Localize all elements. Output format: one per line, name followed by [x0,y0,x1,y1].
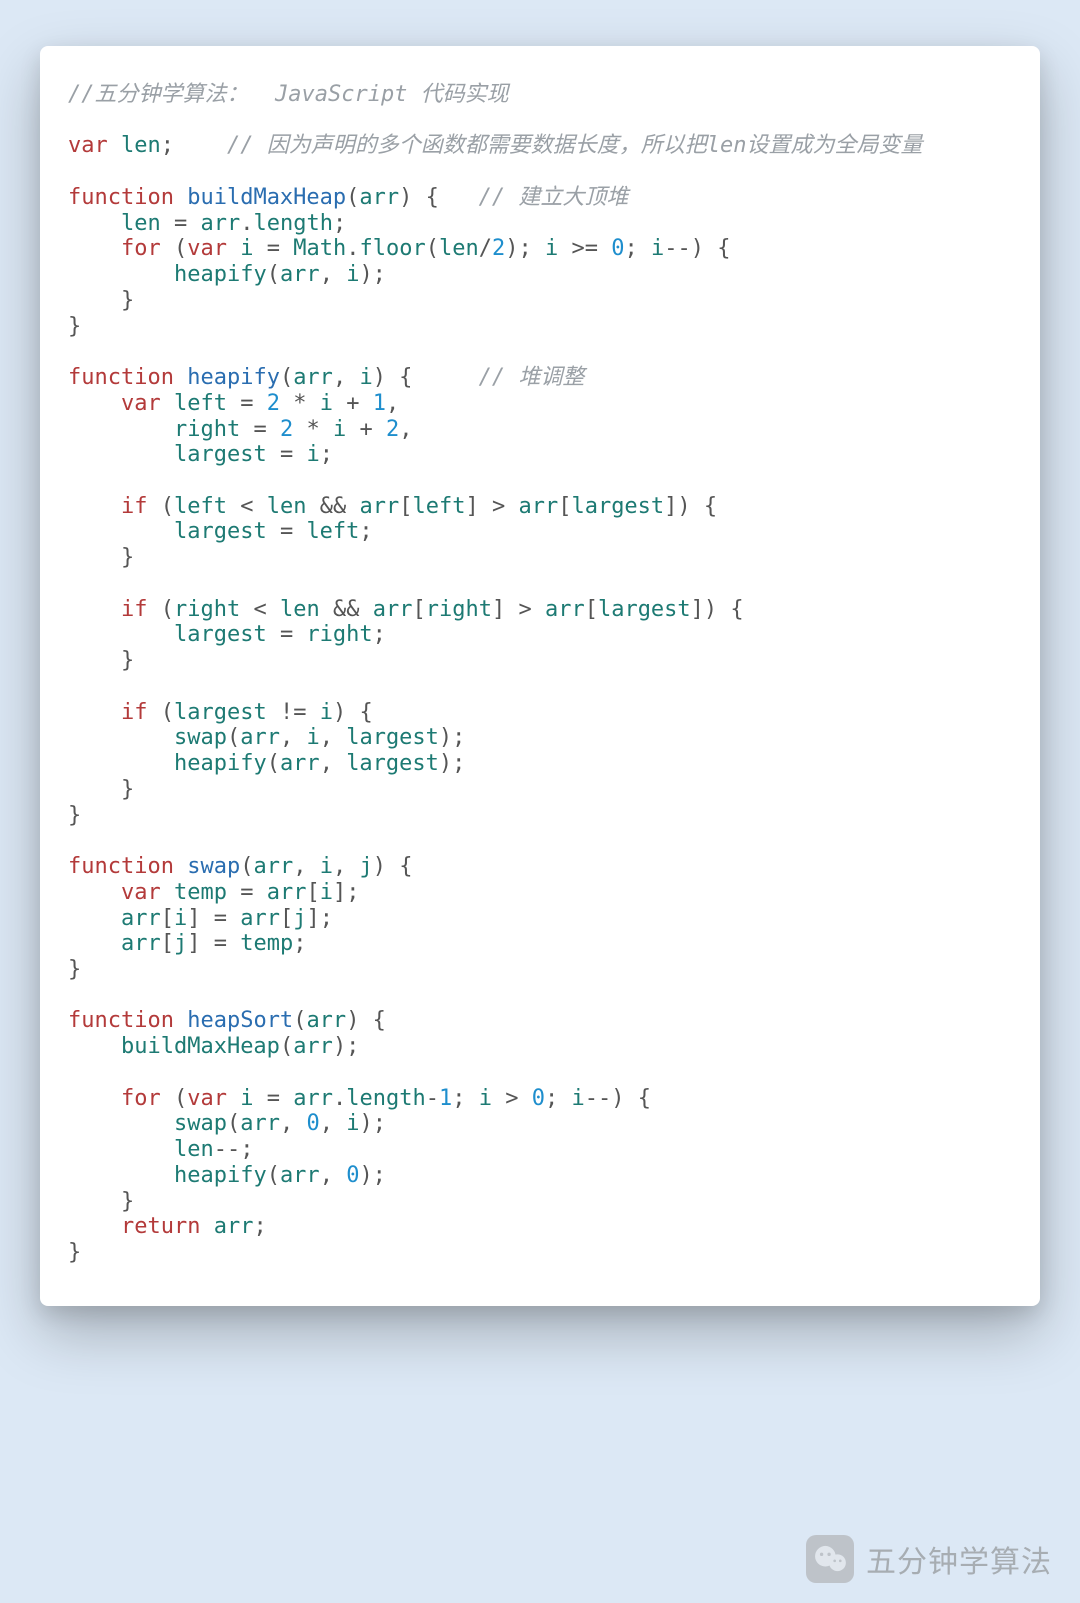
code-comment-len: // 因为声明的多个函数都需要数据长度，所以把len设置成为全局变量 [227,133,922,158]
watermark-text: 五分钟学算法 [866,1537,1052,1581]
id-len: len [121,133,161,158]
code-comment-title: //五分钟学算法： JavaScript 代码实现 [68,82,509,107]
kw-function: function [68,185,174,210]
wechat-icon [806,1535,854,1583]
code-comment-heapify: // 堆调整 [479,365,585,390]
fn-swap: swap [187,854,240,879]
code-comment-build: // 建立大顶堆 [479,185,629,210]
fn-buildmaxheap: buildMaxHeap [187,185,346,210]
code-card: //五分钟学算法： JavaScript 代码实现 var len; // 因为… [40,46,1040,1306]
kw-var: var [68,133,108,158]
code-block: //五分钟学算法： JavaScript 代码实现 var len; // 因为… [68,82,1012,1266]
fn-heapify: heapify [187,365,280,390]
fn-heapsort: heapSort [187,1008,293,1033]
watermark: 五分钟学算法 [806,1535,1052,1583]
